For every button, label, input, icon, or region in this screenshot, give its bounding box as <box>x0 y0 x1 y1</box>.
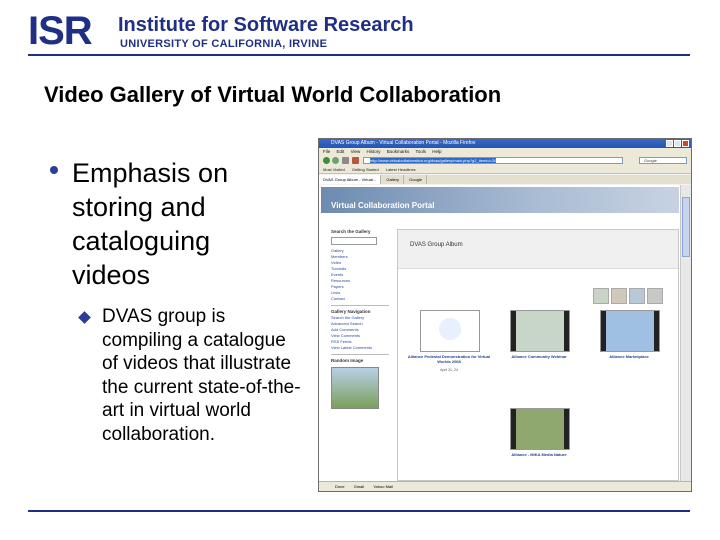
video-item: Alliance Marketplace <box>586 310 672 418</box>
video-item: Alliance Pedestal Demonstration for Virt… <box>406 310 492 418</box>
video-title: Alliance - MIKA Media Nature <box>511 452 567 457</box>
video-thumbnail <box>510 310 570 352</box>
random-image-label: Random Image <box>331 358 364 363</box>
browser-screenshot: DVAS Group Album - Virtual Collaboration… <box>318 138 692 492</box>
video-thumbnail <box>420 310 480 352</box>
bookmark-most-visited: Most Visited <box>323 167 345 172</box>
scrollbar-thumb <box>682 197 690 257</box>
video-title: Alliance Pedestal Demonstration for Virt… <box>407 354 491 364</box>
browser-navbar: http://www.virtualcollaboration.org/dvas… <box>319 155 691 165</box>
portal-sidebar: Search the Gallery Gallery Members Video… <box>331 229 389 469</box>
page-scrollbar <box>680 185 691 481</box>
sidebar-divider <box>331 354 389 355</box>
status-done: Done <box>335 484 345 489</box>
album-title: DVAS Group Album <box>410 242 463 248</box>
sidebar-item: Contact <box>331 296 345 301</box>
sidebar-divider <box>331 305 389 306</box>
bookmark-getting-started: Getting Started <box>351 167 379 172</box>
close-icon <box>682 140 689 147</box>
minimize-icon <box>666 140 673 147</box>
menu-edit: Edit <box>336 149 345 154</box>
sidebar-search-input <box>331 237 377 245</box>
status-yahoo: Yahoo Mail <box>373 484 393 489</box>
reload-icon <box>342 157 349 164</box>
menu-tools: Tools <box>415 149 426 154</box>
thumbnail <box>629 288 645 304</box>
menu-help: Help <box>432 149 442 154</box>
browser-menubar: File Edit View History Bookmarks Tools H… <box>319 148 691 155</box>
sidebar-search-label: Search the Gallery <box>331 229 371 234</box>
window-controls <box>665 140 689 147</box>
menu-bookmarks: Bookmarks <box>386 149 410 154</box>
video-thumbnail <box>510 408 570 450</box>
video-date: April 21, 24 <box>440 368 458 372</box>
logo-institute-name: Institute for Software Research <box>118 14 414 36</box>
portal-title: Virtual Collaboration Portal <box>331 201 435 210</box>
menu-history: History <box>366 149 381 154</box>
thumbnail <box>611 288 627 304</box>
video-title: Alliance Marketplace <box>609 354 649 359</box>
url-field: http://www.virtualcollaboration.org/dvas… <box>363 157 623 164</box>
tab-google: Google <box>405 175 428 184</box>
isr-logo: ISR Institute for Software Research UNIV… <box>28 10 428 52</box>
portal-banner: Virtual Collaboration Portal <box>321 187 679 213</box>
album-header: DVAS Group Album <box>398 230 678 269</box>
forward-icon <box>332 157 339 164</box>
thumbnail <box>593 288 609 304</box>
video-thumbnail <box>600 310 660 352</box>
web-page: Virtual Collaboration Portal Search the … <box>319 185 681 481</box>
footer-divider <box>28 510 690 512</box>
bookmark-latest-headlines: Latest Headlines <box>385 167 416 172</box>
bullet-1-text: Emphasis on storing and cataloguing vide… <box>72 158 229 290</box>
video-title: Alliance Community Webinar <box>511 354 567 359</box>
header-divider <box>28 54 690 56</box>
tab-album: DVAS Group Album - Virtual... <box>319 175 382 184</box>
logo-isr-text: ISR <box>28 9 93 53</box>
menu-file: File <box>323 149 331 154</box>
back-icon <box>323 157 330 164</box>
maximize-icon <box>674 140 681 147</box>
browser-titlebar: DVAS Group Album - Virtual Collaboration… <box>319 139 691 148</box>
gallery-nav-item: View Latest Comments <box>331 345 373 350</box>
home-icon <box>352 157 359 164</box>
browser-window-title: DVAS Group Album - Virtual Collaboration… <box>331 140 476 146</box>
tab-gallery: Gallery <box>382 175 405 184</box>
bookmarks-toolbar: Most Visited Getting Started Latest Head… <box>319 165 691 174</box>
browser-search-field: Google <box>639 157 687 164</box>
bullet-dot-icon <box>50 166 58 174</box>
random-image <box>331 367 379 409</box>
album-content: DVAS Group Album Alliance Pedestal Demon… <box>397 229 679 481</box>
menu-view: View <box>350 149 361 154</box>
status-gmail: Gmail <box>353 484 365 489</box>
slide-title: Video Gallery of Virtual World Collabora… <box>44 82 502 107</box>
url-text: http://www.virtualcollaboration.org/dvas… <box>370 158 497 163</box>
video-item: Alliance - MIKA Media Nature <box>496 408 582 491</box>
browser-statusbar: Done Gmail Yahoo Mail <box>319 481 691 491</box>
sub-bullet-diamond-icon <box>78 311 91 324</box>
logo-university-name: UNIVERSITY OF CALIFORNIA, IRVINE <box>120 38 328 50</box>
browser-tabbar: DVAS Group Album - Virtual... Gallery Go… <box>319 175 691 184</box>
video-item: Alliance Community Webinar <box>496 310 582 418</box>
thumbnail <box>647 288 663 304</box>
bullet-2-text: DVAS group is compiling a catalogue of v… <box>102 306 301 445</box>
